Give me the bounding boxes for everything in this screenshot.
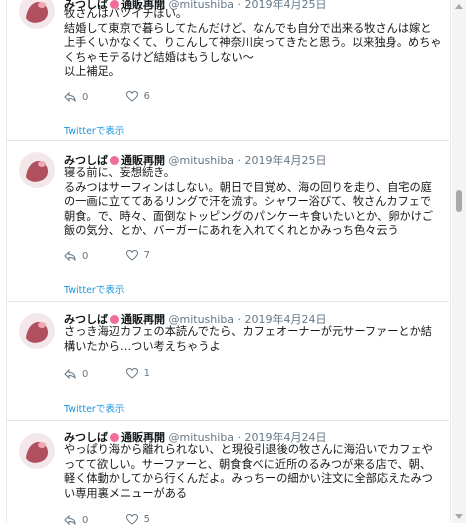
tweet-text: 牧さんはバツイチぽい。 結婚して東京で暮らしてたんだけど、なんでも自分で出来る牧… (64, 7, 442, 79)
avatar[interactable] (18, 0, 56, 30)
avatar[interactable] (18, 432, 56, 470)
like-count: 6 (143, 91, 150, 102)
badge-icon (110, 432, 119, 442)
reply-button[interactable]: 0 (64, 92, 88, 103)
heart-icon (125, 514, 138, 525)
tweet-actions: 0 6 (64, 91, 184, 105)
tweet-card: みつしば 通販再開 @mitushiba · 2019年4月24日 さっき海辺カフ… (6, 302, 451, 420)
avatar[interactable] (18, 312, 56, 350)
tweet-card: みつしば 通販再開 @mitushiba · 2019年4月25日 寝る前に、妄想… (6, 141, 451, 301)
reply-count: 0 (82, 250, 89, 262)
reply-button[interactable]: 0 (64, 369, 88, 380)
reply-icon (64, 251, 76, 261)
like-button[interactable]: 1 (125, 368, 150, 379)
heart-icon (125, 368, 138, 379)
tweet-actions: 0 5 (64, 514, 184, 528)
heart-icon (125, 91, 138, 102)
view-on-twitter-link[interactable]: Twitterで表示 (64, 123, 124, 137)
scroll-down-arrow-icon[interactable] (455, 514, 463, 519)
scrollbar-thumb[interactable] (456, 190, 462, 212)
badge-icon (110, 314, 119, 324)
avatar[interactable] (18, 151, 56, 189)
tweet-text: やっぱり海から離れられない、と現役引退後の牧さんに海沿いでカフェやってて欲しい。… (64, 443, 433, 500)
reply-button[interactable]: 0 (64, 251, 88, 262)
like-button[interactable]: 7 (125, 250, 150, 261)
badge-icon (110, 155, 119, 165)
like-count: 7 (143, 250, 150, 261)
reply-button[interactable]: 0 (64, 515, 88, 526)
view-on-twitter-link[interactable]: Twitterで表示 (64, 401, 124, 415)
like-count: 5 (143, 514, 150, 525)
tweet-actions: 0 7 (64, 250, 184, 264)
tweet-actions: 0 1 (64, 368, 184, 382)
reply-icon (64, 92, 76, 102)
scroll-up-arrow-icon[interactable] (455, 4, 463, 9)
tweet-card: みつしば 通販再開 @mitushiba · 2019年4月25日 牧さんはバツイ… (6, 0, 451, 140)
like-button[interactable]: 5 (125, 514, 150, 525)
tweet-text: 寝る前に、妄想続き。 るみつはサーフィンはしない。朝日で目覚め、海の回りを走り、… (64, 166, 434, 238)
like-button[interactable]: 6 (125, 91, 150, 102)
heart-icon (125, 250, 138, 261)
reply-icon (64, 369, 76, 379)
tweet-card: みつしば 通販再開 @mitushiba · 2019年4月24日 やっぱり海から… (6, 421, 451, 526)
like-count: 1 (143, 368, 150, 379)
view-on-twitter-link[interactable]: Twitterで表示 (64, 282, 124, 296)
reply-icon (64, 515, 76, 525)
reply-count: 0 (82, 514, 89, 526)
scrollbar[interactable] (452, 0, 466, 523)
reply-count: 0 (82, 91, 89, 103)
reply-count: 0 (82, 368, 89, 380)
tweet-text: さっき海辺カフェの本読んでたら、カフェオーナーが元サーファーとか結構いたから…つ… (64, 325, 432, 353)
